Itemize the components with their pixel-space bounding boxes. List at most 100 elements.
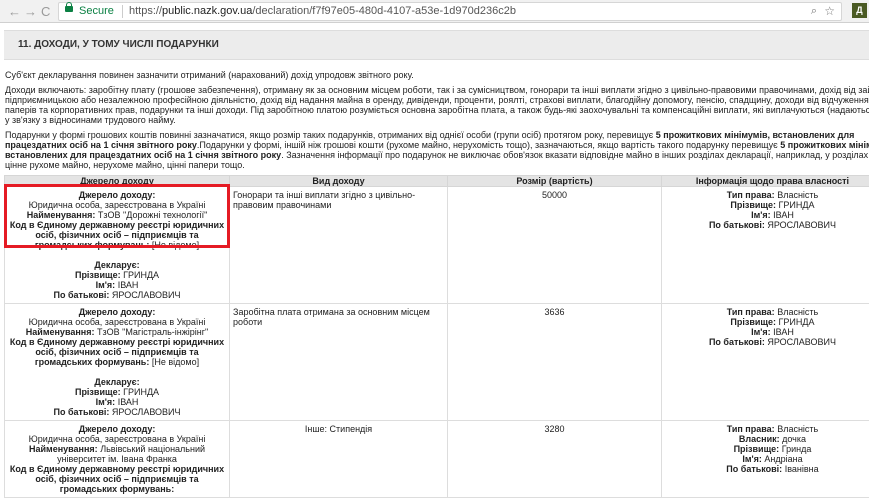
owner-label: Власник: <box>739 434 780 444</box>
owner-first-line: Ім'я: ІВАН <box>665 327 869 337</box>
gifts-text-2: .Подарунки у формі, іншій ніж грошові ко… <box>197 140 780 150</box>
code-value: [Не відомо] <box>152 240 199 250</box>
gifts-text-1: Подарунки у формі грошових коштів повинн… <box>5 130 656 140</box>
zoom-icon[interactable]: ⌕ <box>811 3 817 20</box>
intro-paragraph: Суб'єкт декларування повинен зазначити о… <box>5 70 869 80</box>
url-host: public.nazk.gov.ua <box>162 5 252 17</box>
source-type: Юридична особа, зареєстрована в Україні <box>8 317 226 327</box>
url-path: /declaration/f7f97e05-480d-4107-a53e-1d9… <box>252 5 516 17</box>
owner-surname-line: Прізвище: Гринда <box>665 444 869 454</box>
code-value: [Не відомо] <box>152 357 199 367</box>
name-label: Найменування: <box>26 327 95 337</box>
url-prefix: https:// <box>129 5 162 17</box>
first-name-label: Ім'я: <box>96 397 116 407</box>
bookmark-star-icon[interactable]: ☆ <box>824 3 835 20</box>
owner-surname-label: Прізвище: <box>734 444 780 454</box>
right-type-line: Тип права: Власність <box>665 307 869 317</box>
source-label: Джерело доходу: <box>8 190 226 200</box>
patronymic-value: ЯРОСЛАВОВИЧ <box>112 407 181 417</box>
surname-label: Прізвище: <box>75 270 121 280</box>
header-size: Розмір (вартість) <box>448 176 662 187</box>
name-line: Найменування: ТзОВ "Магістраль-інжірінг" <box>8 327 226 337</box>
owner-first-line: Ім'я: Андріана <box>665 454 869 464</box>
surname-value: ГРИНДА <box>123 387 159 397</box>
section-header: 11. ДОХОДИ, У ТОМУ ЧИСЛІ ПОДАРУНКИ <box>4 30 869 60</box>
patronymic-line: По батькові: ЯРОСЛАВОВИЧ <box>8 290 226 300</box>
owner-first-label: Ім'я: <box>742 454 762 464</box>
forward-arrow-icon[interactable]: → <box>24 4 37 19</box>
name-line: Найменування: Львівський національний ун… <box>8 444 226 464</box>
owner-surname-label: Прізвище: <box>730 200 776 210</box>
extension-icon[interactable]: Д <box>852 3 867 18</box>
kind-cell: Інше: Стипендія <box>230 421 448 498</box>
first-name-value: ІВАН <box>118 280 139 290</box>
code-line: Код в Єдиному державному реєстрі юридичн… <box>8 220 226 250</box>
right-type-line: Тип права: Власність <box>665 190 869 200</box>
first-name-line: Ім'я: ІВАН <box>8 397 226 407</box>
table-header-row: Джерело доходу Вид доходу Розмір (вартіс… <box>5 176 869 187</box>
first-name-value: ІВАН <box>118 397 139 407</box>
owner-surname-value: ГРИНДА <box>779 200 815 210</box>
ownership-cell: Тип права: Власність Прізвище: ГРИНДА Ім… <box>661 187 869 304</box>
source-type: Юридична особа, зареєстрована в Україні <box>8 434 226 444</box>
declarant-label: Декларує: <box>8 377 226 387</box>
size-cell: 3280 <box>448 421 662 498</box>
owner-surname-line: Прізвище: ГРИНДА <box>665 200 869 210</box>
owner-first-line: Ім'я: ІВАН <box>665 210 869 220</box>
size-cell: 3636 <box>448 304 662 421</box>
owner-value: дочка <box>782 434 806 444</box>
first-name-label: Ім'я: <box>96 280 116 290</box>
address-separator <box>122 5 123 18</box>
size-cell: 50000 <box>448 187 662 304</box>
surname-line: Прізвище: ГРИНДА <box>8 387 226 397</box>
right-type-value: Власність <box>777 307 818 317</box>
header-ownership: Інформація щодо права власності <box>661 176 869 187</box>
ownership-cell: Тип права: Власність Прізвище: ГРИНДА Ім… <box>661 304 869 421</box>
right-type-label: Тип права: <box>727 307 775 317</box>
source-cell: Джерело доходу: Юридична особа, зареєстр… <box>5 187 230 304</box>
name-value: ТзОВ "Дорожні технології" <box>98 210 207 220</box>
owner-first-value: Андріана <box>764 454 802 464</box>
owner-surname-label: Прізвище: <box>730 317 776 327</box>
right-type-line: Тип права: Власність <box>665 424 869 434</box>
source-type: Юридична особа, зареєстрована в Україні <box>8 200 226 210</box>
owner-patronymic-label: По батькові: <box>709 337 765 347</box>
browser-toolbar: ← → C Secure https://public.nazk.gov.ua/… <box>0 0 869 23</box>
surname-line: Прізвище: ГРИНДА <box>8 270 226 280</box>
reload-icon[interactable]: C <box>41 4 50 19</box>
owner-first-label: Ім'я: <box>751 210 771 220</box>
patronymic-label: По батькові: <box>54 290 110 300</box>
right-type-value: Власність <box>777 190 818 200</box>
table-row: Джерело доходу: Юридична особа, зареєстр… <box>5 187 869 304</box>
name-value: ТзОВ "Магістраль-інжірінг" <box>97 327 208 337</box>
back-arrow-icon[interactable]: ← <box>8 4 21 19</box>
right-type-value: Власність <box>777 424 818 434</box>
header-source: Джерело доходу <box>5 176 230 187</box>
declarant-label: Декларує: <box>8 260 226 270</box>
kind-cell: Заробітна плата отримана за основним міс… <box>230 304 448 421</box>
right-type-label: Тип права: <box>727 190 775 200</box>
owner-patronymic-line: По батькові: ЯРОСЛАВОВИЧ <box>665 220 869 230</box>
code-label: Код в Єдиному державному реєстрі юридичн… <box>10 464 224 494</box>
code-line: Код в Єдиному державному реєстрі юридичн… <box>8 337 226 367</box>
owner-patronymic-value: ЯРОСЛАВОВИЧ <box>767 220 836 230</box>
source-label: Джерело доходу: <box>8 424 226 434</box>
address-bar[interactable]: Secure https://public.nazk.gov.ua/declar… <box>58 2 842 21</box>
source-label: Джерело доходу: <box>8 307 226 317</box>
owner-first-value: ІВАН <box>773 327 794 337</box>
kind-cell: Гонорари та інші виплати згідно з цивіль… <box>230 187 448 304</box>
owner-patronymic-line: По батькові: ЯРОСЛАВОВИЧ <box>665 337 869 347</box>
surname-value: ГРИНДА <box>123 270 159 280</box>
first-name-line: Ім'я: ІВАН <box>8 280 226 290</box>
ownership-cell: Тип права: Власність Власник: дочка Пріз… <box>661 421 869 498</box>
owner-patronymic-value: ЯРОСЛАВОВИЧ <box>767 337 836 347</box>
name-label: Найменування: <box>27 210 96 220</box>
patronymic-label: По батькові: <box>54 407 110 417</box>
source-cell: Джерело доходу: Юридична особа, зареєстр… <box>5 304 230 421</box>
owner-line: Власник: дочка <box>665 434 869 444</box>
patronymic-value: ЯРОСЛАВОВИЧ <box>112 290 181 300</box>
owner-patronymic-value: Іванівна <box>785 464 819 474</box>
owner-patronymic-line: По батькові: Іванівна <box>665 464 869 474</box>
url-text[interactable]: https://public.nazk.gov.ua/declaration/f… <box>129 3 516 20</box>
source-cell: Джерело доходу: Юридична особа, зареєстр… <box>5 421 230 498</box>
